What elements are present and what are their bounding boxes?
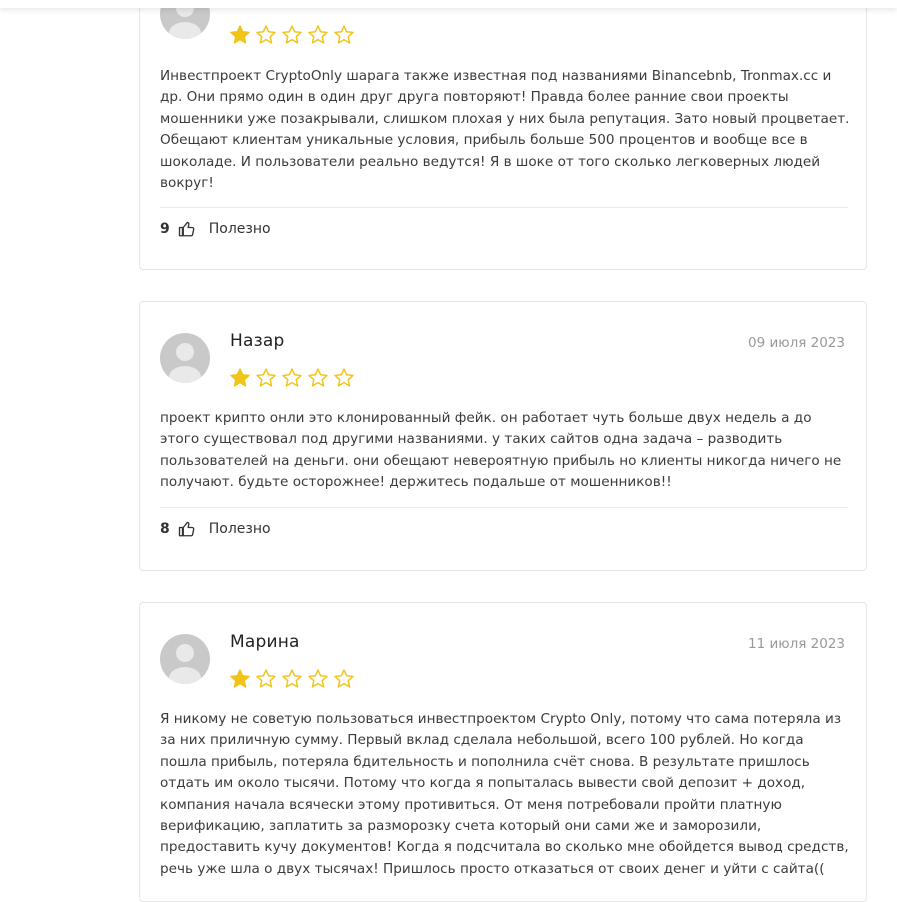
star-filled-icon <box>229 24 251 46</box>
avatar <box>160 634 210 684</box>
rating-stars <box>229 367 355 389</box>
review-author: Марина <box>230 632 300 652</box>
header-shadow <box>0 0 897 8</box>
divider <box>160 507 848 508</box>
thumbs-up-icon[interactable] <box>170 220 196 238</box>
review-author: Назар <box>230 331 285 351</box>
review-card-1: Инвестпроект CryptoOnly шарага также изв… <box>139 0 867 270</box>
review-text: Я никому не советую пользоваться инвестп… <box>160 711 849 877</box>
star-empty-icon <box>333 668 355 690</box>
review-card-2: Назар 09 июля 2023 проект крипто онли эт… <box>139 301 867 571</box>
star-empty-icon <box>307 24 329 46</box>
star-empty-icon <box>255 24 277 46</box>
star-empty-icon <box>281 367 303 389</box>
thumbs-up-icon[interactable] <box>170 520 196 538</box>
helpful-row: 9 Полезно <box>160 220 271 238</box>
helpful-button[interactable]: Полезно <box>209 521 271 537</box>
star-empty-icon <box>307 367 329 389</box>
review-text: Инвестпроект CryptoOnly шарага также изв… <box>160 68 850 192</box>
avatar <box>160 333 210 383</box>
star-empty-icon <box>255 367 277 389</box>
star-filled-icon <box>229 668 251 690</box>
star-empty-icon <box>281 668 303 690</box>
star-empty-icon <box>333 24 355 46</box>
helpful-row: 8 Полезно <box>160 520 271 538</box>
review-date: 09 июля 2023 <box>747 335 845 351</box>
helpful-count: 8 <box>160 521 170 537</box>
review-text: проект крипто онли это клонированный фей… <box>160 410 842 491</box>
review-date: 11 июля 2023 <box>747 636 845 652</box>
star-empty-icon <box>281 24 303 46</box>
rating-stars <box>229 24 355 46</box>
star-empty-icon <box>333 367 355 389</box>
helpful-count: 9 <box>160 221 170 237</box>
rating-stars <box>229 668 355 690</box>
helpful-button[interactable]: Полезно <box>209 221 271 237</box>
divider <box>160 207 848 208</box>
star-empty-icon <box>307 668 329 690</box>
star-filled-icon <box>229 367 251 389</box>
star-empty-icon <box>255 668 277 690</box>
review-card-3: Марина 11 июля 2023 Я никому не советую … <box>139 602 867 902</box>
